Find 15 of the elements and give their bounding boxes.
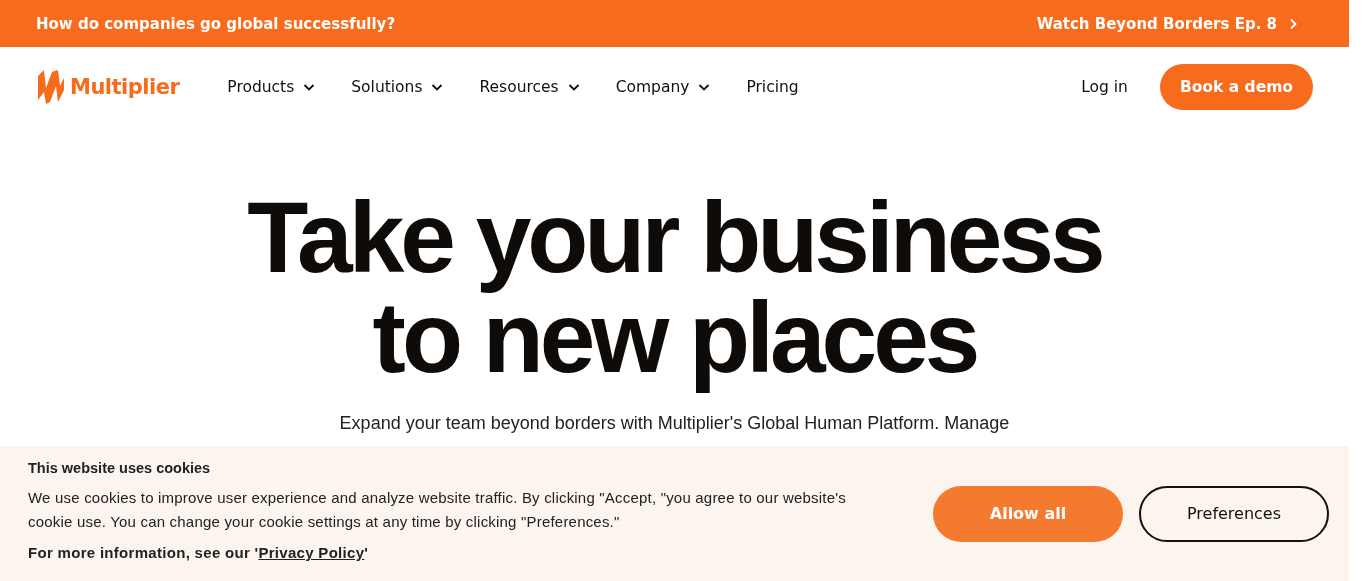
hero-headline: Take your business to new places <box>246 183 1103 395</box>
nav-link[interactable]: Company <box>615 78 711 96</box>
more-info-text: For more information, see our 'Privacy Policy' <box>28 544 370 561</box>
logo-text: Multiplier <box>70 75 180 99</box>
cookie-text: We use cookies to improve user experience and analyze website traffic. By clicking "Accept, "you agree to our website's cookie use. You can change your cookie settings at any time by clicking "Preferences." <box>28 488 847 532</box>
announcement-text: How do companies go global successfully? <box>36 14 396 33</box>
logo-icon <box>36 68 66 106</box>
hero-subtitle: Expand your team beyond borders with Multiplier's Global Human Platform. Manage <box>339 413 1010 434</box>
nav-link[interactable]: Pricing <box>746 78 799 96</box>
nav-link[interactable]: Solutions <box>351 78 444 96</box>
nav-link[interactable]: Resources <box>479 78 580 96</box>
preferences-button[interactable]: Preferences <box>1139 485 1329 542</box>
login-link[interactable]: Log in <box>1081 78 1128 96</box>
nav-link[interactable]: Products <box>227 78 316 96</box>
cookie-title: This website uses cookies <box>28 460 212 476</box>
